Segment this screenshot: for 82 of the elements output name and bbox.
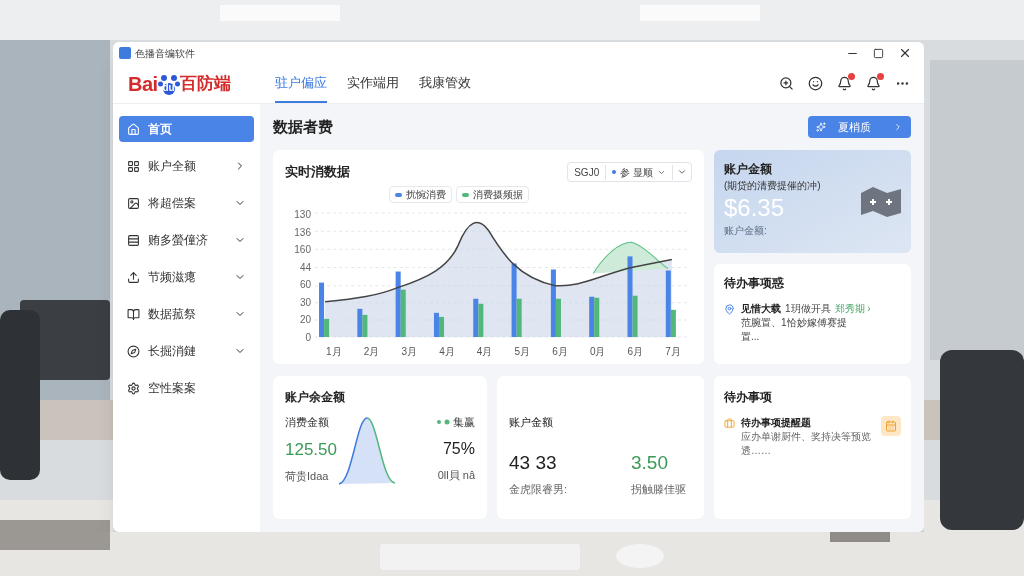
metric-value: 3.50 — [631, 450, 669, 475]
axis-label: 7月 — [665, 345, 681, 360]
axis-label: 0 — [304, 331, 311, 346]
book-icon — [127, 307, 140, 321]
legend-item: 扰惋消费 — [388, 186, 452, 203]
bell-icon[interactable] — [866, 76, 881, 91]
axis-label: 20 — [298, 313, 311, 328]
grid-icon — [127, 159, 140, 173]
sidebar-item[interactable]: 将超偿案 — [119, 190, 254, 216]
sidebar-item[interactable]: 节频滋瘪 — [119, 264, 254, 290]
gear-icon — [127, 381, 140, 395]
card-title: 实时消数据 — [285, 163, 350, 182]
briefcase-icon — [724, 418, 735, 429]
rows-icon — [127, 233, 140, 247]
card-subtitle: (期贷的清费提催的冲) — [724, 179, 821, 193]
bell-icon[interactable] — [837, 76, 852, 91]
balance-caption: 账户金额: — [724, 224, 768, 238]
card-title: 待办事项惑 — [724, 275, 785, 292]
metric-label: 消费金额 — [285, 415, 330, 430]
metric-caption: 荷贵Idaa — [285, 469, 330, 484]
tab[interactable]: 我康管效 — [419, 64, 471, 103]
compass-icon — [127, 344, 140, 358]
legend-label: 集赢 — [453, 415, 475, 430]
axis-label: 6月 — [552, 345, 568, 360]
metric-value: 75% — [442, 438, 475, 459]
sidebar-item[interactable]: 长掘消鏈 — [119, 338, 254, 364]
upload-icon — [127, 270, 140, 284]
app-icon — [119, 47, 131, 59]
sidebar-item[interactable]: 贿多螢僮济 — [119, 227, 254, 253]
close-icon[interactable] — [898, 46, 912, 60]
metric-value: 43 33 — [509, 450, 558, 475]
map-icon — [861, 186, 901, 217]
metric-value: 125.50 — [285, 438, 337, 461]
axis-label: 4月 — [439, 345, 455, 360]
axis-label: 5月 — [514, 345, 531, 360]
axis-label: 0月 — [589, 345, 606, 360]
range-selector[interactable]: SGJ0 参 显顺 — [567, 162, 692, 182]
tab[interactable]: 实作端用 — [347, 64, 399, 103]
todo-body: 范腕置、1恰妙嫁傅赛提置... — [741, 316, 848, 344]
pin-icon — [724, 304, 735, 315]
sidebar-item[interactable]: 数据菰祭 — [119, 301, 254, 327]
axis-label: 130 — [293, 208, 311, 222]
action-button[interactable]: 夏梢质 — [808, 116, 911, 138]
legend-dots-icon — [436, 419, 450, 426]
axis-label: 3月 — [401, 345, 417, 360]
axis-label: 44 — [298, 260, 311, 275]
metric-caption: 0ll貝 nâ — [437, 467, 475, 483]
todo-title: 见惜大载 — [741, 302, 781, 316]
metric-caption: 拐触滕佳驱 — [631, 482, 686, 497]
maximize-icon[interactable] — [873, 47, 884, 59]
axis-label: 4月 — [476, 345, 493, 360]
page-title: 数据者费 — [273, 116, 333, 137]
calendar-icon — [885, 420, 897, 432]
sidebar-item[interactable]: 空性案案 — [119, 375, 254, 401]
smiley-icon[interactable] — [808, 76, 823, 91]
zoom-icon[interactable] — [779, 76, 794, 91]
axis-label: 1月 — [326, 345, 342, 360]
card-title: 待办事项 — [724, 389, 773, 406]
logo: Bai du 百防端 — [127, 71, 232, 97]
metric-caption: 金虎限睿男: — [509, 482, 568, 497]
window-title: 色播音编软件 — [135, 46, 195, 61]
todo-text: 1玥做开具 — [785, 302, 831, 316]
image-icon — [127, 196, 140, 210]
card-title: 账户金额 — [724, 161, 773, 178]
axis-label: 136 — [293, 225, 311, 240]
todo-title: 待办事项提醒题 — [741, 416, 812, 430]
axis-label: 30 — [298, 295, 311, 310]
axis-label: 6月 — [627, 345, 644, 360]
sparkle-icon — [816, 122, 826, 132]
axis-label: 2月 — [363, 345, 380, 360]
card-title: 账户余金额 — [285, 389, 346, 406]
axis-label: 160 — [293, 243, 311, 258]
axis-label: 60 — [298, 278, 311, 293]
home-icon — [127, 122, 140, 136]
sidebar-item[interactable]: 账户全额 — [119, 153, 254, 179]
card-title: 账户金额 — [509, 415, 554, 430]
chevron-down-icon — [677, 167, 687, 177]
sidebar-item[interactable]: 首页 — [119, 116, 254, 142]
chevron-right-icon — [893, 122, 903, 132]
curve-drawing — [337, 416, 397, 486]
legend-item: 消费摄频据 — [455, 186, 529, 203]
todo-body: 应办单谢厨件、奖持决等预览透…… — [741, 430, 871, 458]
